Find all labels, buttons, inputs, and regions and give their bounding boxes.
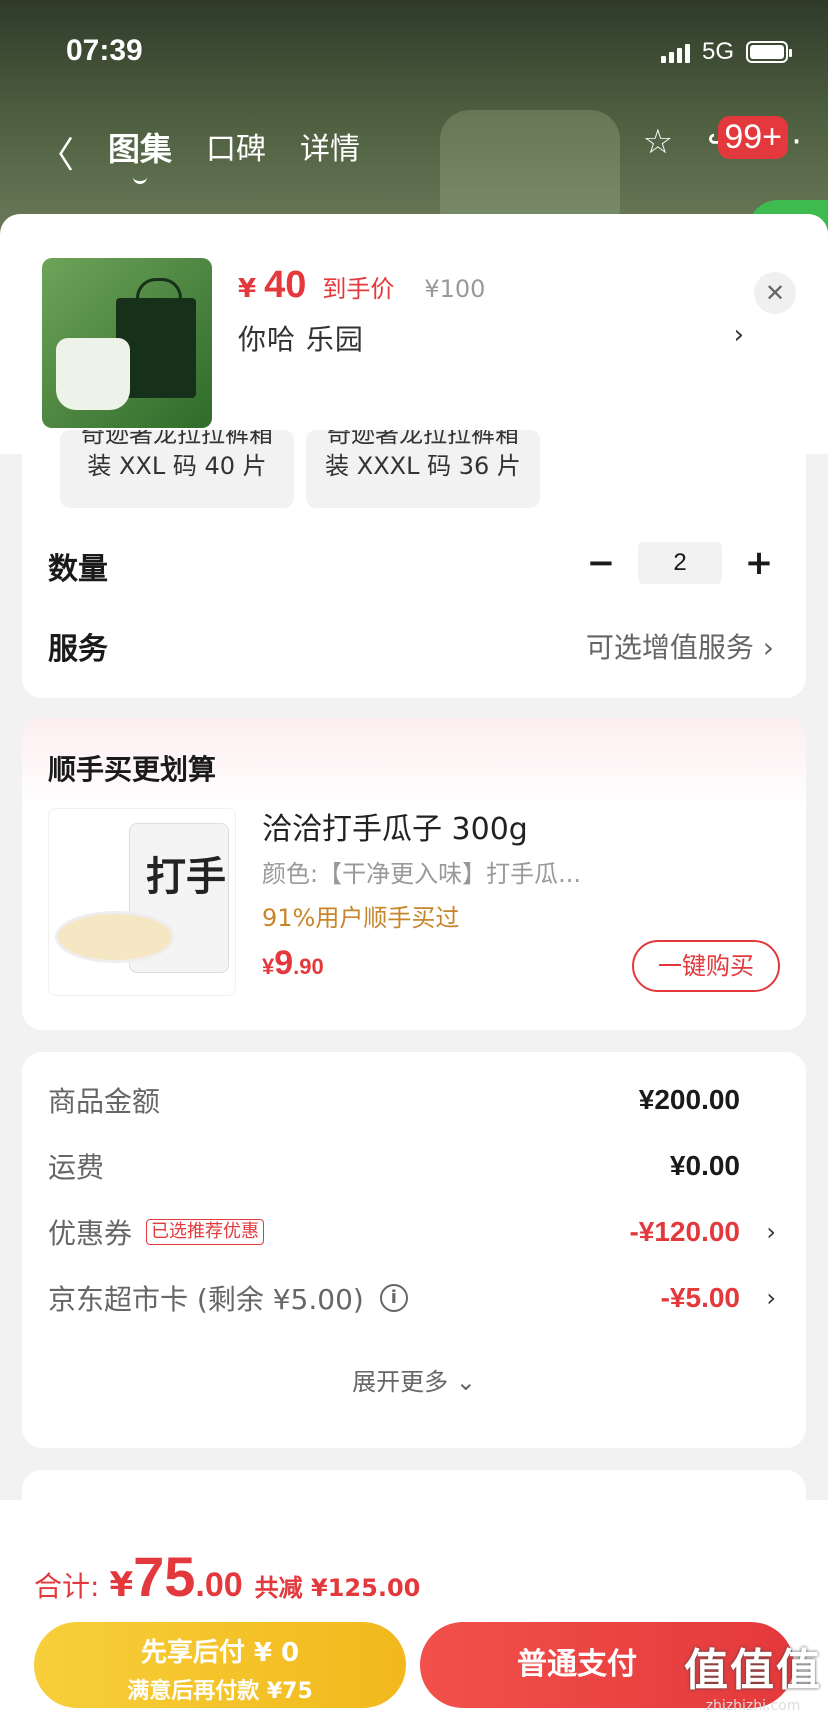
favorite-star-icon[interactable]: ☆ [643,122,673,162]
seed-plate-image [55,911,175,963]
chevron-right-icon: › [762,631,774,664]
tab-details[interactable]: 详情 [300,124,360,170]
shipping-row: 运费 ¥0.00 [48,1150,740,1184]
order-options-card: 奇迹著龙拉拉裤箱 装 XXL 码 40 片 奇迹著龙拉拉裤箱 装 XXXL 码 … [22,430,806,698]
goods-amount-value: ¥200.00 [638,1084,740,1115]
addon-product-image[interactable]: 打手 [48,808,236,996]
status-time: 07:39 [66,34,143,67]
quantity-label: 数量 [48,552,108,587]
quantity-input[interactable]: 2 [638,542,722,584]
status-bar: 07:39 5G [0,0,828,100]
spec-option-xxxl[interactable]: 奇迹著龙拉拉裤箱 装 XXXL 码 36 片 [306,430,540,508]
coupon-badge: 已选推荐优惠 [146,1219,265,1245]
goods-amount-row: 商品金额 ¥200.00 [48,1084,740,1118]
coupon-row[interactable]: 优惠券 已选推荐优惠 -¥120.00 › [48,1212,776,1252]
close-icon: ✕ [764,279,786,307]
watermark-logo: 值值值 zhizhizhi.com [684,1645,822,1714]
tab-reviews[interactable]: 口碑 [206,124,266,170]
spec-option-xxl[interactable]: 奇迹著龙拉拉裤箱 装 XXL 码 40 片 [60,430,294,508]
close-button[interactable]: ✕ [754,272,796,314]
market-card-row[interactable]: 京东超市卡 (剩余 ¥5.00) i -¥5.00 › [48,1278,776,1318]
battery-icon [746,41,792,63]
total-savings: 共减 ¥125.00 [254,1574,421,1602]
expand-more-button[interactable]: 展开更多 ⌄ [22,1362,806,1397]
addon-card: 顺手买更划算 打手 洽洽打手瓜子 300g 颜色:【干净更入味】打手瓜... 9… [22,718,806,1030]
decrease-button[interactable]: − [586,543,616,583]
addon-hint: 91%用户顺手买过 [262,904,460,932]
increase-button[interactable]: + [744,543,774,583]
pay-later-button[interactable]: 先享后付 ¥ 0 满意后再付款 ¥75 [34,1622,406,1708]
product-summary: ¥ 40 到手价 ¥100 你哈 乐园 › ✕ [0,214,828,454]
coupon-value: -¥120.00 [629,1216,740,1247]
spec-options: 奇迹著龙拉拉裤箱 装 XXL 码 40 片 奇迹著龙拉拉裤箱 装 XXXL 码 … [60,430,540,508]
one-click-buy-button[interactable]: 一键购买 [632,940,780,992]
shipping-value: ¥0.00 [669,1150,740,1181]
final-price-label: 到手价 [322,275,395,303]
product-name[interactable]: 你哈 乐园 [238,318,364,358]
market-card-value: -¥5.00 [660,1282,740,1313]
status-indicators: 5G [660,38,792,66]
addon-title: 顺手买更划算 [48,753,217,786]
top-nav: 〈 图集 口碑 详情 ☆ ↪ ··· 99+ [0,110,828,180]
service-selector[interactable]: 可选增值服务 › [586,626,774,666]
addon-product-name[interactable]: 洽洽打手瓜子 300g [262,804,528,848]
network-label: 5G [701,38,734,65]
back-icon[interactable]: 〈 [38,126,74,178]
product-diaper-image [56,338,130,410]
nav-actions: ☆ ↪ ··· 99+ [643,116,802,162]
signal-icon [660,41,690,63]
addon-price: ¥9.90 [262,944,324,982]
chevron-right-icon[interactable]: › [734,320,744,350]
chevron-right-icon: › [766,1218,776,1246]
service-label: 服务 [48,632,108,667]
product-price: ¥ 40 到手价 ¥100 [238,264,486,306]
tab-gallery[interactable]: 图集 [108,124,172,170]
final-price: 40 [264,264,307,306]
message-badge: 99+ [718,116,788,159]
nav-tabs: 图集 口碑 详情 [108,124,360,170]
info-icon[interactable]: i [379,1284,408,1312]
product-thumbnail [42,258,212,428]
original-price: ¥100 [424,275,486,303]
checkout-bar: 合计: ¥ 75 .00 共减 ¥125.00 先享后付 ¥ 0 满意后再付款 … [0,1500,828,1720]
chevron-right-icon: › [766,1284,776,1312]
chevron-down-icon: ⌄ [455,1368,476,1396]
quantity-stepper: − 2 + [586,542,774,584]
addon-product-attr: 颜色:【干净更入味】打手瓜... [262,860,581,888]
price-summary-card: 商品金额 ¥200.00 运费 ¥0.00 优惠券 已选推荐优惠 -¥120.0… [22,1052,806,1448]
total-price: 合计: ¥ 75 .00 共减 ¥125.00 [34,1545,421,1608]
